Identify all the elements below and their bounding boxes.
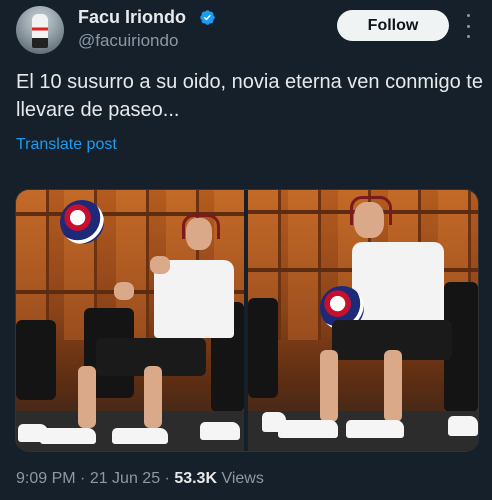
- post-meta: 9:09 PM · 21 Jun 25 · 53.3K Views: [16, 470, 264, 488]
- photo-right[interactable]: [248, 190, 478, 451]
- verified-badge-icon: [200, 10, 215, 25]
- follow-button[interactable]: Follow: [337, 10, 449, 41]
- post-time[interactable]: 9:09 PM: [16, 470, 76, 487]
- media-grid: [15, 189, 479, 452]
- more-dots-icon[interactable]: [458, 14, 478, 38]
- photo-left[interactable]: [16, 190, 244, 451]
- post-text: El 10 susurro a su oido, novia eterna ve…: [16, 71, 483, 121]
- post-date[interactable]: 21 Jun 25: [90, 470, 160, 487]
- meta-separator: ·: [160, 470, 175, 487]
- avatar-figure: [32, 14, 48, 48]
- views-count: 53.3K: [174, 470, 218, 487]
- avatar[interactable]: [16, 6, 64, 54]
- meta-separator: ·: [75, 470, 90, 487]
- author-name[interactable]: Facu Iriondo: [78, 7, 186, 28]
- translate-post-link[interactable]: Translate post: [16, 136, 117, 154]
- author-handle[interactable]: @facuiriondo: [78, 31, 178, 51]
- views-label: Views: [217, 470, 264, 487]
